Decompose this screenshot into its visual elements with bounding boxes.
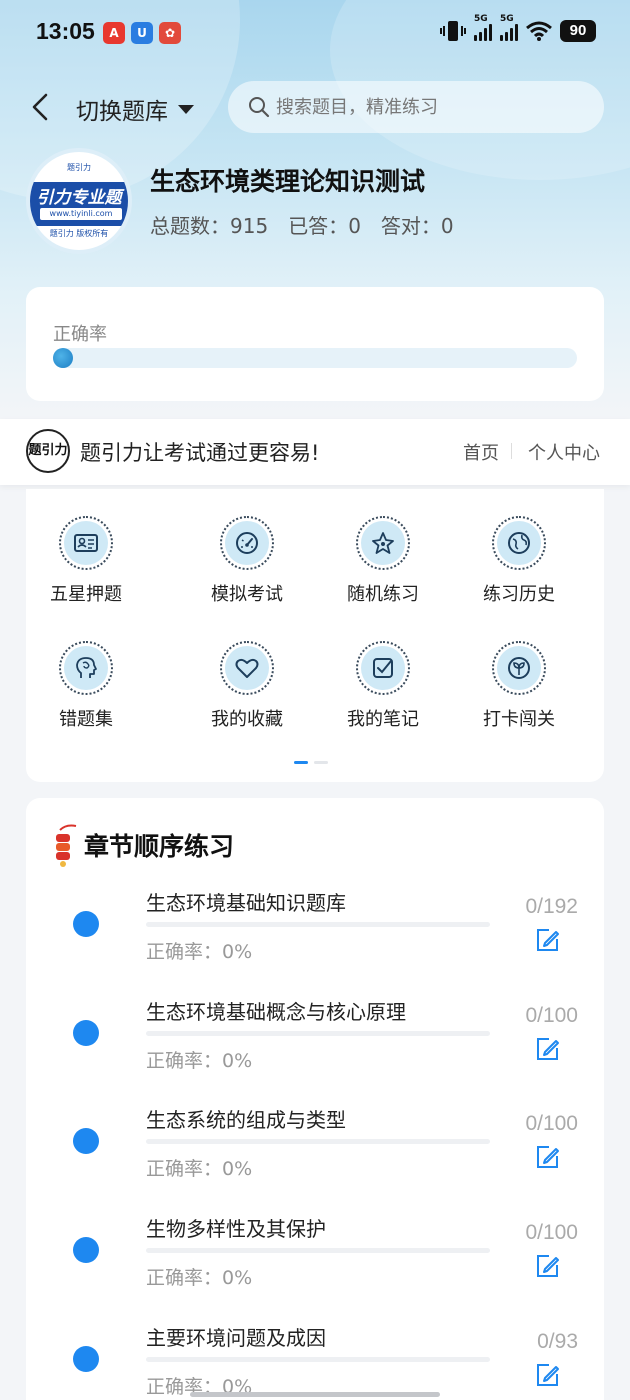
home-indicator[interactable] (190, 1392, 440, 1397)
id-card-icon (74, 534, 98, 552)
slogan-bar: 题引力 题引力让考试通过更容易! 首页 个人中心 (0, 419, 630, 485)
switch-library-label: 切换题库 (76, 99, 168, 125)
accuracy-label: 正确率 (53, 324, 107, 345)
chapter-progress-bar (146, 1139, 490, 1144)
grid-item-wrong-questions[interactable]: 错题集 (26, 641, 146, 731)
question-bank-stats: 总题数：915 已答：0 答对：0 (150, 214, 454, 238)
chapter-status-dot (73, 1128, 99, 1154)
accuracy-progress-knob (53, 348, 73, 368)
edit-icon[interactable] (534, 1253, 560, 1279)
notification-app-icon: ✿ (159, 22, 181, 44)
chapter-status-dot (73, 911, 99, 937)
correct-count: 0 (440, 214, 454, 238)
page-indicator (294, 761, 328, 764)
chapter-progress-bar (146, 1357, 490, 1362)
search-icon (249, 97, 270, 118)
chapter-accuracy: 正确率：0% (146, 1050, 253, 1072)
chapter-accuracy: 正确率：0% (146, 941, 253, 963)
question-bank-title: 生态环境类理论知识测试 (150, 167, 426, 196)
user-center-link[interactable]: 个人中心 (528, 439, 600, 465)
back-icon[interactable] (26, 92, 54, 122)
chapter-name: 生物多样性及其保护 (146, 1217, 326, 1241)
chapter-status-dot (73, 1346, 99, 1372)
sprout-badge-icon (508, 657, 530, 679)
question-bank-logo: 题引力 引力专业题 www.tiyinli.com 题引力 版权所有 (26, 148, 132, 254)
chapter-row[interactable]: 生态系统的组成与类型 正确率：0% 0/100 (26, 1104, 604, 1212)
globe-history-icon (508, 532, 530, 554)
chapter-status-dot (73, 1237, 99, 1263)
battery-indicator: 90 (560, 20, 596, 42)
home-link[interactable]: 首页 (463, 439, 499, 465)
checkbox-note-icon (373, 658, 393, 678)
chapter-count: 0/100 (525, 1004, 578, 1027)
chapter-name: 生态系统的组成与类型 (146, 1108, 346, 1132)
accuracy-progress-bar (53, 348, 577, 368)
chapter-count: 0/93 (537, 1330, 578, 1353)
chapter-count: 0/100 (525, 1221, 578, 1244)
grid-item-notes[interactable]: 我的笔记 (323, 641, 443, 731)
total-count: 915 (230, 214, 269, 238)
search-input[interactable] (276, 96, 576, 118)
grid-item-five-star[interactable]: 五星押题 (26, 516, 146, 606)
switch-library-button[interactable]: 切换题库 (76, 92, 194, 126)
wifi-icon (526, 21, 552, 41)
status-time: 13:05 (36, 18, 95, 44)
edit-icon[interactable] (534, 1362, 560, 1388)
edit-icon[interactable] (534, 927, 560, 953)
signal-icon: 5G (500, 14, 518, 41)
grid-item-favorites[interactable]: 我的收藏 (187, 641, 307, 731)
heart-icon (235, 658, 259, 678)
vibrate-icon (440, 21, 466, 41)
grid-item-checkin[interactable]: 打卡闯关 (459, 641, 579, 731)
brand-logo: 题引力 (26, 429, 70, 473)
chapter-name: 生态环境基础概念与核心原理 (146, 1000, 406, 1024)
chapter-row[interactable]: 生物多样性及其保护 正确率：0% 0/100 (26, 1213, 604, 1321)
caret-down-icon (178, 104, 194, 114)
chapter-row[interactable]: 主要环境问题及成因 正确率：0% 0/93 (26, 1322, 604, 1400)
search-bar[interactable] (228, 81, 604, 133)
head-brain-icon (76, 657, 97, 678)
divider (511, 443, 512, 459)
signal-icon: 5G (474, 14, 492, 41)
accuracy-card: 正确率 (26, 287, 604, 401)
status-bar: 13:05 A U ✿ 5G 5G 90 (0, 0, 630, 68)
chapter-practice-card: 章节顺序练习 生态环境基础知识题库 正确率：0% 0/192 生态环境基础概念与… (26, 798, 604, 1400)
page-dot-active (294, 761, 308, 764)
chapter-accuracy: 正确率：0% (146, 1267, 253, 1289)
chapter-accuracy: 正确率：0% (146, 1158, 253, 1180)
slogan-text: 题引力让考试通过更容易! (80, 441, 320, 465)
grid-item-random-practice[interactable]: 随机练习 (323, 516, 443, 606)
grid-item-mock-exam[interactable]: 模拟考试 (187, 516, 307, 606)
notification-app-icon: U (131, 22, 153, 44)
edit-icon[interactable] (534, 1144, 560, 1170)
chapter-name: 主要环境问题及成因 (146, 1326, 326, 1350)
star-network-icon (372, 532, 394, 554)
notification-app-icon: A (103, 22, 125, 44)
feature-grid: 五星押题 模拟考试 随机练习 练习历史 错题集 我的收藏 我的笔记 打卡闯关 (26, 489, 604, 782)
chapter-row[interactable]: 生态环境基础知识题库 正确率：0% 0/192 (26, 887, 604, 995)
edit-icon[interactable] (534, 1036, 560, 1062)
grid-item-practice-history[interactable]: 练习历史 (459, 516, 579, 606)
chapter-count: 0/100 (525, 1112, 578, 1135)
chapter-count: 0/192 (525, 895, 578, 918)
chapter-practice-title: 章节顺序练习 (84, 832, 235, 861)
firecracker-icon (56, 824, 77, 867)
chapter-progress-bar (146, 1031, 490, 1036)
chapter-name: 生态环境基础知识题库 (146, 891, 346, 915)
chapter-status-dot (73, 1020, 99, 1046)
chapter-progress-bar (146, 1248, 490, 1253)
chapter-row[interactable]: 生态环境基础概念与核心原理 正确率：0% 0/100 (26, 996, 604, 1104)
chapter-practice-header: 章节顺序练习 (52, 822, 234, 868)
chapter-progress-bar (146, 922, 490, 927)
speedometer-icon (236, 532, 258, 554)
page-dot (314, 761, 328, 764)
answered-count: 0 (348, 214, 361, 238)
